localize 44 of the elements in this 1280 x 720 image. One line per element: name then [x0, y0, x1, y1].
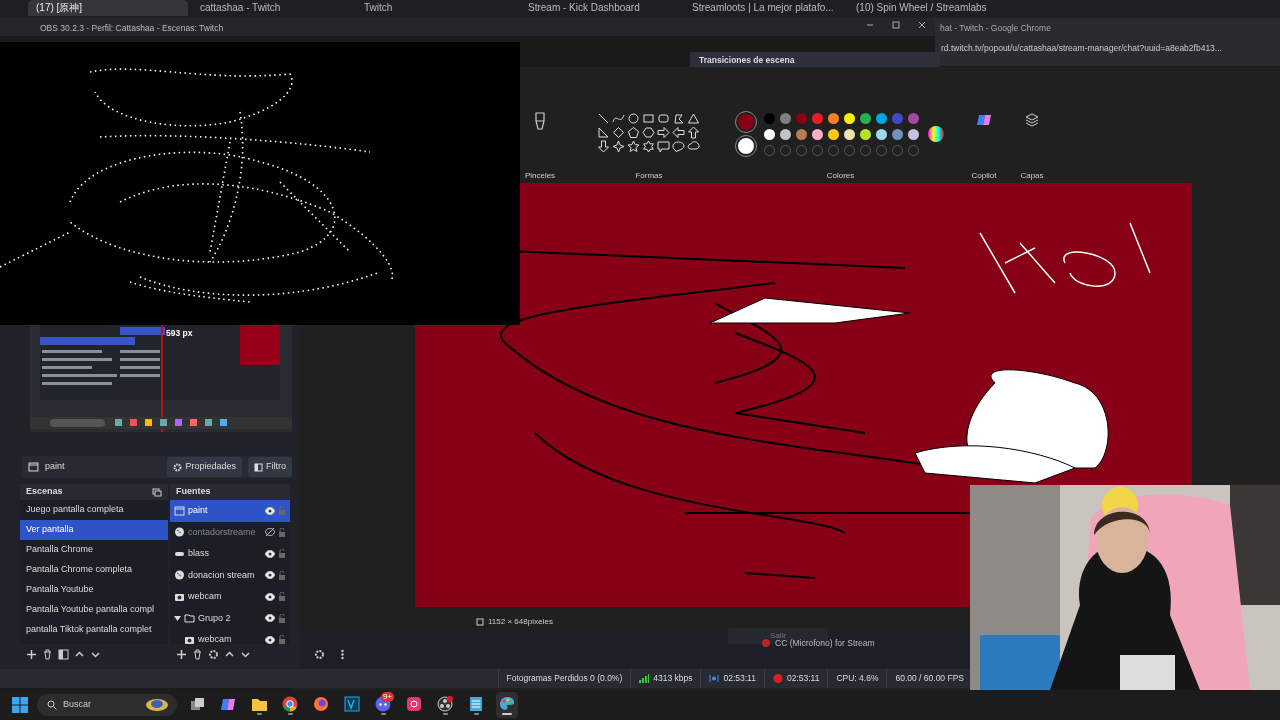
source-item[interactable]: contadorstreame [170, 521, 290, 543]
filters-button[interactable]: Filtro [248, 457, 292, 477]
bitrate: 4313 kbps [653, 672, 693, 685]
panel-title: Escenas [26, 485, 63, 499]
group-label: Formas [635, 170, 663, 182]
scene-item[interactable]: Pantalla Chrome completa [20, 560, 168, 580]
browser-tab[interactable]: cattashaa - Twitch [192, 0, 352, 16]
address-bar[interactable]: rd.twitch.tv/popout/u/cattashaa/stream-manager/chat?uuid=a8eab2fb413... [941, 41, 1280, 55]
browser-tab[interactable]: Twitch [356, 0, 516, 16]
scene-item[interactable]: Ver pantalla [20, 520, 168, 540]
source-name: paint [44, 460, 66, 474]
search-field[interactable]: Buscar [37, 694, 177, 716]
browser-tab[interactable]: Stream - Kick Dashboard [520, 0, 680, 16]
panel-title: Fuentes [176, 485, 211, 499]
browser-tab[interactable]: (17) [原神] [28, 0, 188, 16]
group-label: Capas [1020, 170, 1044, 182]
source-item[interactable]: Grupo 2 [170, 607, 290, 629]
properties-button[interactable]: Propiedades [167, 457, 242, 477]
source-item[interactable]: webcam [170, 586, 290, 608]
source-item[interactable]: blass [170, 543, 290, 565]
window-title: OBS 30.2.3 - Perfil: Cattashaa - Escenas: Twitch [0, 18, 935, 36]
group-label: Copilot [971, 170, 997, 182]
browser-tab[interactable]: Streamloots | La mejor platafo... [684, 0, 844, 16]
frame-rate: 60.00 / 60.00 FPS [895, 672, 964, 685]
scene-item[interactable]: Pantalla Youtube pantalla compl [20, 600, 168, 620]
cpu-usage: CPU: 4.6% [836, 672, 879, 685]
measurement-label: 593 px [166, 327, 193, 340]
canvas-size: 1152 × 648píxeles [488, 616, 553, 628]
group-label: Pinceles [524, 170, 556, 182]
source-item[interactable]: webcam [170, 629, 290, 644]
dropped-frames: Fotogramas Perdidos 0 (0.0%) [506, 672, 623, 685]
source-item[interactable]: paint [170, 500, 290, 522]
scene-item[interactable]: Pantalla Youtube [20, 580, 168, 600]
browser-tab[interactable]: (10) Spin Wheel / Streamlabs [848, 0, 1008, 16]
group-label: Colores [826, 170, 855, 182]
record-time: 02:53:11 [786, 672, 820, 685]
scene-item[interactable]: Juego pantalla completa [20, 500, 168, 520]
panel-header: Transiciones de escena [690, 52, 940, 67]
source-item[interactable]: donacion stream [170, 564, 290, 586]
scene-item[interactable]: Pantalla Chrome [20, 540, 168, 560]
scene-item[interactable]: pantalla Tiktok pantalla complet [20, 620, 168, 640]
stream-time: 02:53:11 [723, 672, 756, 685]
notification-badge: 9+ [380, 692, 394, 702]
window-title: hat - Twitch - Google Chrome [940, 22, 1052, 35]
